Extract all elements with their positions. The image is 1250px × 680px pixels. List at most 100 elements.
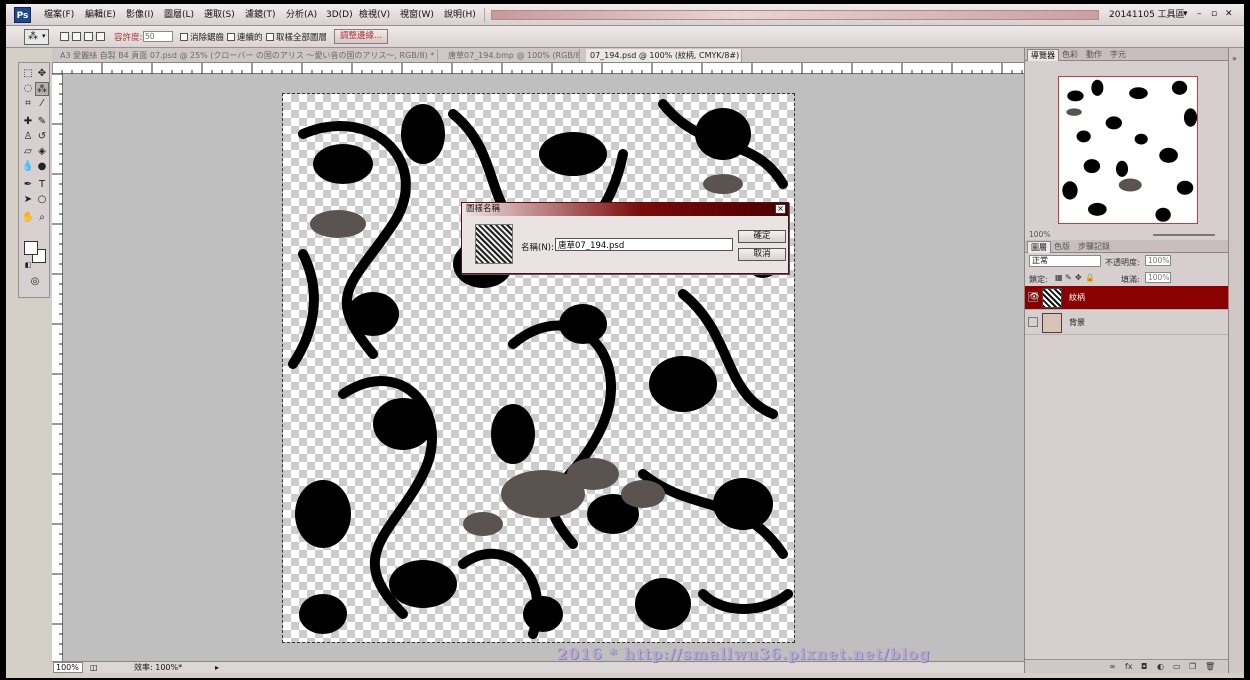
layer-style-icon[interactable]: fx xyxy=(1125,662,1133,671)
add-selection-icon[interactable] xyxy=(72,32,81,41)
layer-row[interactable]: 背景 xyxy=(1025,311,1229,335)
tab-document-a3[interactable]: A3 愛麗絲 自製 B4 頁面 07.psd @ 25% (クローバー の国のア… xyxy=(56,49,438,62)
lock-transparent-icon[interactable]: ▦ xyxy=(1055,273,1063,282)
menu-3d[interactable]: 3D(D) xyxy=(324,7,355,23)
lock-move-icon[interactable]: ✥ xyxy=(1075,273,1082,282)
clone-stamp-icon[interactable]: ♙ xyxy=(21,130,35,144)
quick-mask-icon[interactable]: ◎ xyxy=(28,275,42,289)
lasso-tool-icon[interactable]: ◌ xyxy=(21,82,35,96)
pattern-artwork[interactable] xyxy=(282,93,795,643)
lock-icon[interactable]: 🔒 xyxy=(1085,273,1095,282)
tool-preset-picker[interactable]: ⁂ ▾ xyxy=(24,29,49,45)
path-selection-icon[interactable]: ➤ xyxy=(21,193,35,207)
close-icon[interactable]: × xyxy=(775,204,786,214)
tab-document-psd[interactable]: 07_194.psd @ 100% (紋柄, CMYK/8#) * xyxy=(586,49,742,62)
tolerance-input[interactable]: 50 xyxy=(143,31,173,42)
zoom-level-field[interactable]: 100% xyxy=(53,662,83,673)
status-menu-arrow-icon[interactable]: ▸ xyxy=(215,662,219,673)
ruler-ticks xyxy=(51,63,1023,74)
visibility-toggle-icon[interactable] xyxy=(1028,317,1038,327)
history-brush-icon[interactable]: ↺ xyxy=(35,130,49,144)
opacity-input[interactable]: 100% xyxy=(1145,255,1171,266)
hand-tool-icon[interactable]: ✋ xyxy=(21,211,35,225)
antialias-checkbox[interactable]: 消除鋸齒 xyxy=(180,31,224,43)
fill-label: 填滿: xyxy=(1121,275,1140,284)
brush-tool-icon[interactable]: ✎ xyxy=(35,115,49,129)
canvas-area[interactable] xyxy=(63,74,1024,661)
foreground-color-swatch[interactable] xyxy=(24,241,38,255)
layer-row[interactable]: 👁 紋柄 xyxy=(1025,286,1229,310)
layer-mask-icon[interactable]: ◘ xyxy=(1141,662,1147,671)
marquee-tool-icon[interactable]: ⬚ xyxy=(21,67,35,81)
move-tool-icon[interactable]: ✥ xyxy=(35,67,49,81)
tab-history[interactable]: 步驟記錄 xyxy=(1075,241,1113,253)
menu-view[interactable]: 檢視(V) xyxy=(357,7,392,23)
dodge-tool-icon[interactable]: ● xyxy=(35,160,49,174)
eyedropper-tool-icon[interactable]: ⁄ xyxy=(35,97,49,111)
group-icon[interactable]: ▭ xyxy=(1173,662,1181,671)
tab-layers[interactable]: 圖層 xyxy=(1027,241,1051,253)
menu-help[interactable]: 說明(H) xyxy=(442,7,478,23)
shape-tool-icon[interactable]: ○ xyxy=(35,193,49,207)
adjustment-layer-icon[interactable]: ◐ xyxy=(1157,662,1164,671)
paint-bucket-icon[interactable]: ◈ xyxy=(35,145,49,159)
ruler-ticks xyxy=(52,73,63,655)
menu-layer[interactable]: 圖層(L) xyxy=(162,7,196,23)
blur-tool-icon[interactable]: 💧 xyxy=(21,160,35,174)
photoshop-logo-icon[interactable]: Ps xyxy=(14,7,31,23)
tab-character[interactable]: 字元 xyxy=(1107,49,1129,61)
contiguous-checkbox[interactable]: 連續的 xyxy=(227,31,263,43)
document-tabs: A3 愛麗絲 自製 B4 頁面 07.psd @ 25% (クローバー の国のア… xyxy=(52,48,1024,63)
layer-name: 背景 xyxy=(1069,318,1085,327)
type-tool-icon[interactable]: T xyxy=(35,178,49,192)
pen-tool-icon[interactable]: ✒ xyxy=(21,178,35,192)
navigator-zoom[interactable]: 100% xyxy=(1029,230,1050,239)
menu-edit[interactable]: 編輯(E) xyxy=(83,7,118,23)
menu-file[interactable]: 檔案(F) xyxy=(42,7,76,23)
crop-tool-icon[interactable]: ⌗ xyxy=(21,97,35,111)
cancel-button[interactable]: 取消 xyxy=(738,248,786,261)
sample-all-checkbox[interactable]: 取樣全部圖層 xyxy=(266,31,327,43)
eraser-tool-icon[interactable]: ▱ xyxy=(21,145,35,159)
dialog-title: 圖樣名稱 xyxy=(466,204,501,214)
new-selection-icon[interactable] xyxy=(60,32,69,41)
menu-window[interactable]: 視窗(W) xyxy=(398,7,436,23)
new-layer-icon[interactable]: ❐ xyxy=(1189,662,1196,671)
trash-icon[interactable]: 🗑 xyxy=(1205,662,1215,671)
intersect-selection-icon[interactable] xyxy=(96,32,105,41)
refine-edge-button[interactable]: 調整邊緣... xyxy=(334,29,388,44)
panel-icon-strip: » xyxy=(1228,48,1244,673)
tab-color[interactable]: 色彩 xyxy=(1059,49,1081,61)
tab-channels[interactable]: 色版 xyxy=(1051,241,1073,253)
magic-wand-tool-icon[interactable]: ⁂ xyxy=(35,82,49,96)
tab-actions[interactable]: 動作 xyxy=(1083,49,1105,61)
tab-navigator[interactable]: 導覽器 xyxy=(1027,49,1059,61)
fill-input[interactable]: 100% xyxy=(1145,272,1171,283)
menu-analysis[interactable]: 分析(A) xyxy=(284,7,319,23)
collapse-panels-icon[interactable]: » xyxy=(1232,54,1237,63)
link-layers-icon[interactable]: ∞ xyxy=(1109,662,1116,671)
navigator-preview[interactable] xyxy=(1058,76,1198,224)
default-colors-icon[interactable]: ◧ xyxy=(21,258,35,272)
chevron-down-icon[interactable]: ▾ xyxy=(1183,8,1188,20)
tab-document-bmp[interactable]: 唐草07_194.bmp @ 100% (RGB/8) xyxy=(444,49,580,62)
lock-brush-icon[interactable]: ✎ xyxy=(1065,273,1072,282)
navigator-zoom-slider[interactable] xyxy=(1153,234,1215,236)
minimize-icon[interactable]: – xyxy=(1197,8,1202,20)
ok-button[interactable]: 確定 xyxy=(738,230,786,243)
magic-wand-icon: ⁂ xyxy=(28,31,38,42)
menu-select[interactable]: 選取(S) xyxy=(202,7,237,23)
pattern-name-input[interactable] xyxy=(555,238,733,251)
contiguous-label: 連續的 xyxy=(237,33,263,43)
zoom-tool-icon[interactable]: ⌕ xyxy=(35,211,49,225)
close-icon[interactable]: ✕ xyxy=(1225,8,1233,20)
menu-filter[interactable]: 濾鏡(T) xyxy=(243,7,278,23)
blend-mode-select[interactable]: 正常 xyxy=(1029,255,1101,267)
healing-brush-icon[interactable]: ✚ xyxy=(21,115,35,129)
workspace-switcher[interactable]: 20141105 工具區 xyxy=(1109,7,1185,23)
subtract-selection-icon[interactable] xyxy=(84,32,93,41)
eye-icon[interactable]: 👁 xyxy=(1028,292,1039,302)
restore-icon[interactable]: ▫ xyxy=(1211,8,1217,20)
menu-image[interactable]: 影像(I) xyxy=(124,7,156,23)
status-info-icon[interactable]: ◫ xyxy=(90,662,98,673)
